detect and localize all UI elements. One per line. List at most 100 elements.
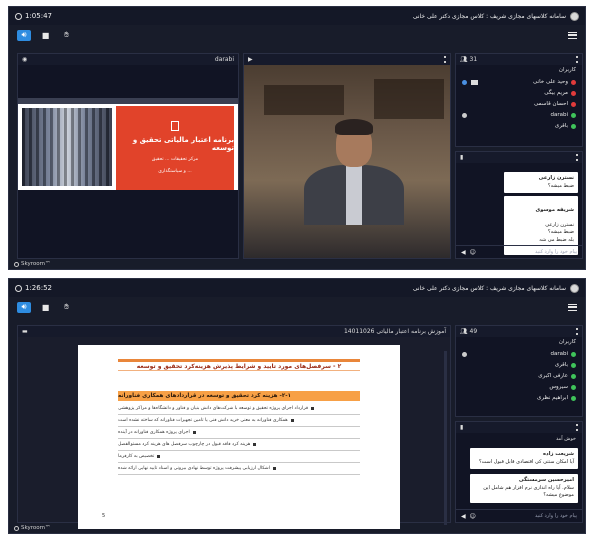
slide-photo-columns <box>22 108 112 186</box>
share-icon: ◉ <box>22 56 28 63</box>
clock-time: 1:26:52 <box>25 284 52 292</box>
speaker-hair <box>335 119 373 135</box>
emoji-icon[interactable]: ☺ <box>470 513 476 520</box>
user-list: darabi باقری عارفی اکبری سیروس ابراهیم ن… <box>456 347 582 405</box>
users-label: کاربران <box>558 339 576 345</box>
hand-icon[interactable]: ✋︎ <box>60 302 73 313</box>
chat-input[interactable]: ◀ ☺ پیام خود را وارد کنید <box>456 245 582 258</box>
chat-icon: ▮ <box>460 154 464 161</box>
bullet-icon <box>290 419 294 422</box>
user-row[interactable]: باقری <box>462 362 576 368</box>
send-icon[interactable]: ◀ <box>461 249 466 256</box>
slide-item: اشکال ارزیابی پیشرفت پروژه توسط نهادی بی… <box>118 463 360 475</box>
bookshelf <box>264 85 344 115</box>
chat-welcome: خوش آمد <box>555 436 576 442</box>
top-bar: 1:05:47 سامانه کلاسهای مجازی شریف : کلاس… <box>9 7 585 25</box>
screenshot-2: 1:26:52 سامانه کلاسهای مجازی شریف : کلاس… <box>8 278 586 534</box>
clock-icon <box>15 12 22 20</box>
share-icon: ▬ <box>22 328 28 335</box>
session-clock: 1:26:52 <box>15 284 52 292</box>
chat-panel: ▮ خوش آمد شریعت زاده آیا امکان ستتی کی ا… <box>455 421 583 523</box>
more-options-icon[interactable] <box>576 328 578 335</box>
user-status-icon <box>571 373 576 379</box>
slide-subtitle-2: ... و سیاستگذاری <box>158 168 192 174</box>
menu-icon[interactable] <box>568 31 577 39</box>
camera-icon[interactable]: ■ <box>39 302 52 313</box>
more-options-icon[interactable] <box>576 56 578 63</box>
user-list: وحید علی خانی مریم بیگی احسان قاسمی dara… <box>456 75 582 133</box>
speaker-shirt <box>346 165 362 225</box>
bullet-icon <box>311 407 315 410</box>
slide-area: ۲ - سرفصل‌های مورد تایید و شرایط پذیرش ه… <box>18 337 450 529</box>
toolbar: 🔊︎ ■ ✋︎ <box>9 25 585 45</box>
user-row[interactable]: مریم بیگی <box>462 90 576 96</box>
chat-message: امیرحسین سرمستگی سلام. آیا راه اندازی نر… <box>470 474 578 503</box>
shared-slide: ۲ - سرفصل‌های مورد تایید و شرایط پذیرش ه… <box>78 345 400 529</box>
users-panel-header: 👥︎ 31 <box>456 54 582 65</box>
users-panel-header: 👥︎ 49 <box>456 326 582 337</box>
bullet-icon <box>253 443 257 446</box>
users-label: کاربران <box>558 67 576 73</box>
user-row[interactable]: باقری <box>462 123 576 129</box>
bookshelf <box>374 79 444 119</box>
slide-item: قرارداد اجرای پروژه تحقیق و توسعه با شرک… <box>118 403 360 415</box>
skyroom-logo-icon <box>14 261 19 267</box>
users-count: 👥︎ 31 <box>460 56 478 63</box>
users-panel: 👥︎ 49 کاربران darabi باقری عارفی اکبری س… <box>455 325 583 417</box>
slide-heading: ۲ - سرفصل‌های مورد تایید و شرایط پذیرش ه… <box>118 359 360 371</box>
users-count: 👥︎ 49 <box>460 328 478 335</box>
slide-page-number: 5 <box>102 513 106 519</box>
user-row[interactable]: عارفی اکبری <box>462 373 576 379</box>
menu-icon[interactable] <box>568 303 577 311</box>
screen-share-icon <box>462 112 467 118</box>
app-title: سامانه کلاسهای مجازی شریف : کلاس مجازی د… <box>413 11 579 21</box>
mic-icon <box>462 79 467 85</box>
user-status-icon <box>571 123 576 129</box>
speaker-icon[interactable]: 🔊︎ <box>17 29 31 41</box>
more-options-icon[interactable] <box>576 154 578 161</box>
user-row[interactable]: احسان قاسمی <box>462 101 576 107</box>
clock-time: 1:05:47 <box>25 12 52 20</box>
camera-panel: ▶ <box>243 53 451 259</box>
sharif-logo-icon <box>570 11 579 21</box>
toolbar: 🔊︎ ■ ✋︎ <box>9 297 585 317</box>
user-row[interactable]: darabi <box>462 351 576 357</box>
screenshot-1: 1:05:47 سامانه کلاسهای مجازی شریف : کلاس… <box>8 6 586 270</box>
skyroom-footer: Skyroom™ <box>14 525 50 531</box>
user-status-icon <box>571 90 576 96</box>
slide-title-box: برنامه اعتبار مالیاتی تحقیق و توسعه مرکز… <box>116 106 234 190</box>
slide-title: برنامه اعتبار مالیاتی تحقیق و توسعه <box>132 135 234 152</box>
user-status-icon <box>571 395 576 401</box>
send-icon[interactable]: ◀ <box>461 513 466 520</box>
more-options-icon[interactable] <box>444 56 446 63</box>
chat-input[interactable]: ◀ ☺ پیام خود را وارد کنید <box>456 509 582 522</box>
slide-item-list: قرارداد اجرای پروژه تحقیق و توسعه با شرک… <box>118 403 360 475</box>
user-row[interactable]: darabi <box>462 112 576 118</box>
shared-slide: برنامه اعتبار مالیاتی تحقیق و توسعه مرکز… <box>18 98 238 190</box>
book-icon <box>171 120 179 131</box>
camera-icon[interactable]: ■ <box>39 30 52 41</box>
slide-section-band: ۲-۱- هزینه کرد تحقیق و توسعه در قرارداده… <box>118 391 360 401</box>
top-bar: 1:26:52 سامانه کلاسهای مجازی شریف : کلاس… <box>9 279 585 297</box>
hand-icon[interactable]: ✋︎ <box>60 30 73 41</box>
share-panel-header: ▬ آموزش برنامه اعتبار مالیاتی 14011026 <box>18 326 450 337</box>
chat-panel: ▮ نسترن زارعی ضبط میشه؟ شریفه موسوی نستر… <box>455 151 583 259</box>
speaker-icon[interactable]: 🔊︎ <box>17 301 31 313</box>
user-row[interactable]: وحید علی خانی <box>462 79 576 85</box>
more-options-icon[interactable] <box>576 424 578 431</box>
bullet-icon <box>272 467 276 470</box>
share-panel-title: آموزش برنامه اعتبار مالیاتی 14011026 <box>343 328 446 335</box>
share-panel: ◉ darabi برنامه اعتبار مالیاتی تحقیق و ت… <box>17 53 239 259</box>
clock-icon <box>15 284 22 292</box>
emoji-icon[interactable]: ☺ <box>470 249 476 256</box>
slide-scrollbar[interactable] <box>444 351 447 525</box>
user-row[interactable]: ابراهیم نظری <box>462 395 576 401</box>
video-icon: ▶ <box>248 56 253 63</box>
skyroom-footer: Skyroom™ <box>14 261 50 267</box>
slide-item: همکاری فناورانه به معنی خرید دانش فنی یا… <box>118 415 360 427</box>
chat-panel-header: ▮ <box>456 152 582 163</box>
user-row[interactable]: سیروس <box>462 384 576 390</box>
app-title: سامانه کلاسهای مجازی شریف : کلاس مجازی د… <box>413 283 579 293</box>
user-status-icon <box>571 362 576 368</box>
share-panel-user: darabi <box>214 56 234 63</box>
